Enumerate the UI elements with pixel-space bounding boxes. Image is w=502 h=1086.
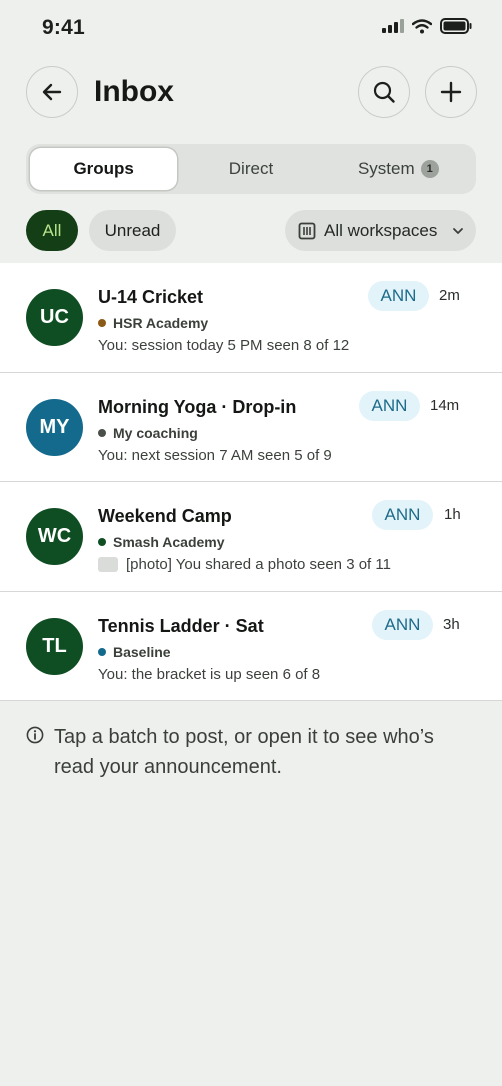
timestamp: 1h <box>444 506 461 523</box>
timestamp: 3h <box>443 615 460 633</box>
list-item[interactable]: TL Tennis Ladder · Sat Baseline You: the… <box>0 592 502 701</box>
list-item[interactable]: MY Morning Yoga · Drop-in My coaching Yo… <box>0 373 502 482</box>
unread-count-badge: 1 <box>420 160 439 178</box>
status-icons <box>382 18 472 34</box>
workspace-dot-icon <box>98 538 106 546</box>
workspace-name: HSR Academy <box>98 315 208 331</box>
preview-text: You: the bracket is up seen 6 of 8 <box>98 665 321 683</box>
workspace-dropdown[interactable]: All workspaces <box>285 210 476 251</box>
preview-text: You: session today 5 PM seen 8 of 12 <box>98 337 350 354</box>
tab-label: Groups <box>73 159 134 178</box>
workspace-name: My coaching <box>98 425 198 441</box>
filter-unread-chip[interactable]: Unread <box>89 210 176 251</box>
announcement-badge: ANN <box>368 281 429 311</box>
search-icon <box>373 81 395 103</box>
tab-label: Direct <box>228 159 274 178</box>
list-item[interactable]: UC U-14 Cricket HSR Academy You: session… <box>0 263 502 373</box>
workspace-label: Smash Academy <box>113 534 225 550</box>
chevron-down-icon <box>453 227 464 234</box>
workspace-label: My coaching <box>113 424 198 441</box>
workspace-label: HSR Academy <box>113 315 209 331</box>
filter-bar: All Unread All workspaces <box>26 210 476 252</box>
workspace-name: Baseline <box>98 644 171 660</box>
photo-thumbnail-icon <box>98 557 118 572</box>
preview-text: [photo] You shared a photo seen 3 of 11 <box>126 556 391 573</box>
avatar: UC <box>26 289 83 346</box>
announcement-badge: ANN <box>372 500 433 530</box>
tab-system[interactable]: System 1 <box>325 148 472 190</box>
battery-icon <box>440 18 472 34</box>
tab-direct[interactable]: Direct <box>177 148 324 190</box>
conversation-title: Morning Yoga · Drop-in <box>98 396 297 417</box>
preview-text: You: next session 7 AM seen 5 of 9 <box>98 446 332 464</box>
workspace-dot-icon <box>98 428 106 437</box>
arrow-left-icon <box>42 83 62 101</box>
conversation-title: U-14 Cricket <box>98 287 204 307</box>
conversation-title: Weekend Camp <box>98 506 232 526</box>
timestamp: 2m <box>439 287 460 304</box>
workspace-label: All workspaces <box>324 220 438 240</box>
add-button[interactable] <box>425 66 477 118</box>
conversation-list: UC U-14 Cricket HSR Academy You: session… <box>0 263 502 701</box>
back-button[interactable] <box>26 66 78 118</box>
page-title: Inbox <box>94 75 174 108</box>
avatar: WC <box>26 508 83 565</box>
timestamp: 14m <box>430 396 460 414</box>
info-icon <box>26 726 44 744</box>
header: Inbox <box>0 66 502 120</box>
workspace-name: Smash Academy <box>98 534 225 550</box>
status-time: 9:41 <box>42 16 85 39</box>
workspace-icon <box>298 222 316 239</box>
search-button[interactable] <box>358 66 410 118</box>
tab-label: System <box>357 159 415 178</box>
avatar: TL <box>26 617 83 675</box>
cellular-signal-icon <box>382 19 404 33</box>
info-text: Tap a batch to post, or open it to see w… <box>54 726 434 778</box>
plus-icon <box>440 81 462 103</box>
workspace-label: Baseline <box>113 643 171 660</box>
wifi-icon <box>412 18 432 33</box>
conversation-title: Tennis Ladder · Sat <box>98 615 264 636</box>
workspace-dot-icon <box>98 647 106 656</box>
announcement-badge: ANN <box>372 609 433 640</box>
message-preview: [photo] You shared a photo seen 3 of 11 <box>98 556 391 573</box>
tab-groups[interactable]: Groups <box>30 148 178 190</box>
avatar: MY <box>26 398 83 456</box>
workspace-dot-icon <box>98 319 106 327</box>
announcement-badge: ANN <box>359 390 420 421</box>
message-preview: You: next session 7 AM seen 5 of 9 <box>98 447 332 464</box>
inbox-tabs: Groups Direct System 1 <box>26 144 476 194</box>
filter-all-chip[interactable]: All <box>26 210 78 251</box>
message-preview: You: session today 5 PM seen 8 of 12 <box>98 337 349 354</box>
message-preview: You: the bracket is up seen 6 of 8 <box>98 666 320 683</box>
status-bar: 9:41 <box>0 0 502 56</box>
list-item[interactable]: WC Weekend Camp Smash Academy [photo] Yo… <box>0 482 502 592</box>
